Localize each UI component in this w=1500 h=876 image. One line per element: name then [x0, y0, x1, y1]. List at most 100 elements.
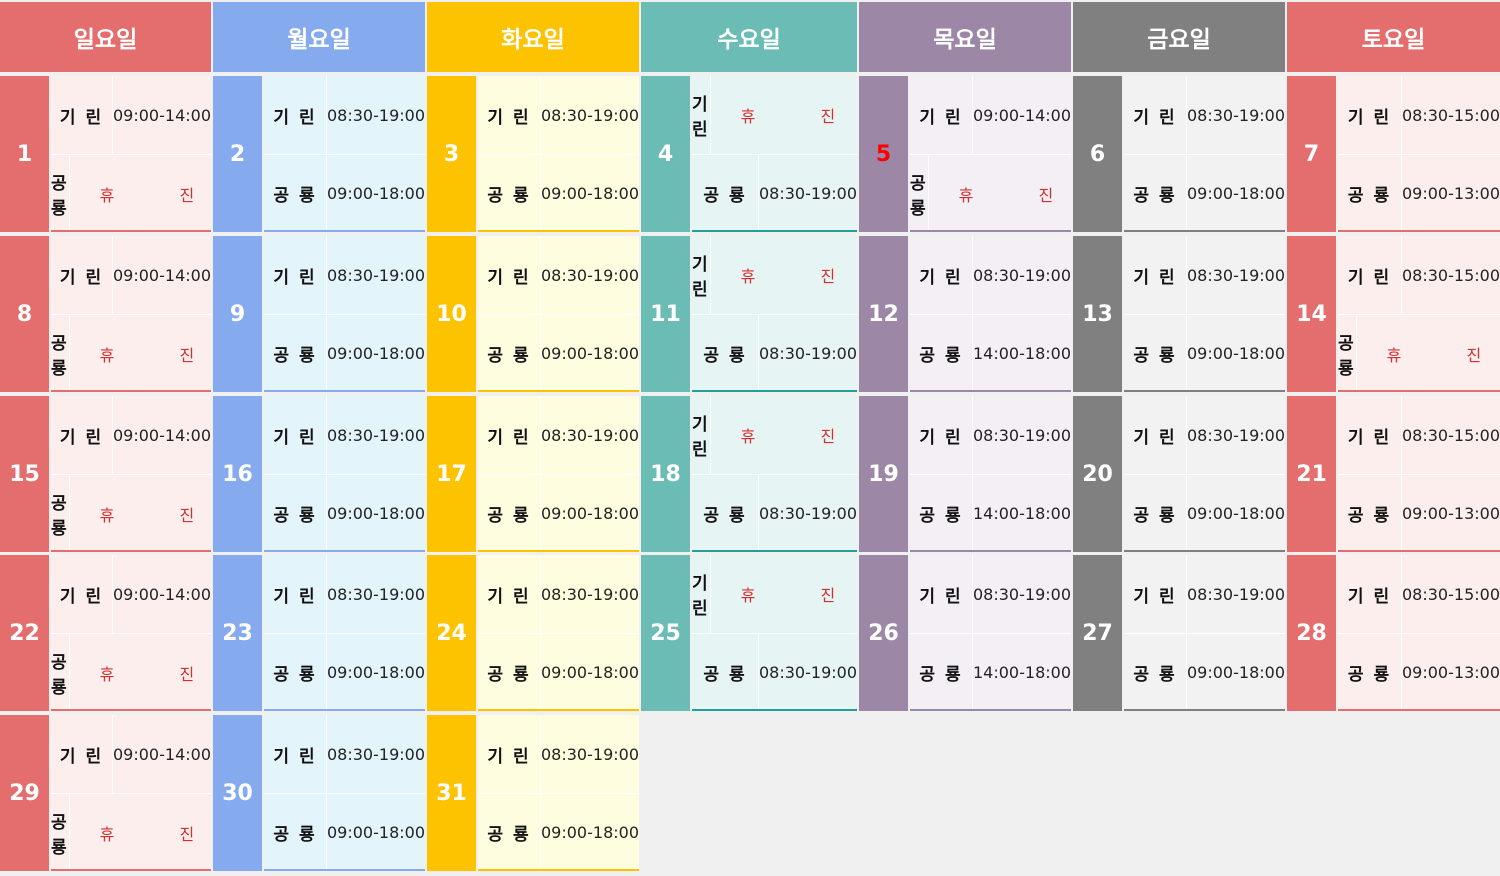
day-number: 21	[1287, 396, 1336, 552]
hours-value: 09:00-14:00	[113, 105, 211, 125]
day-schedule: 기 린 09:00-14:00 공 룡휴 진	[51, 236, 211, 392]
hours-value: 09:00-13:00	[1402, 504, 1500, 523]
day-cell[interactable]: 2기 린 08:30-19:00 공 룡 09:00-18:00	[213, 76, 425, 232]
hours-value: 08:30-19:00	[1187, 265, 1285, 285]
day-schedule: 기 린 08:30-19:00 공 룡 09:00-18:00	[478, 715, 639, 871]
dinosaur-row: 공 룡 08:30-19:00	[692, 634, 857, 711]
day-cell[interactable]: 29 기 린 09:00-14:00 공 룡휴 진	[0, 715, 211, 871]
hours-value: 08:30-19:00	[541, 265, 639, 285]
staff-label: 공 룡	[478, 634, 541, 711]
dinosaur-row: 공 룡 09:00-13:00	[1338, 634, 1500, 711]
staff-label: 기 린	[1338, 396, 1402, 474]
day-cell[interactable]: 1기 린 09:00-14:00 공 룡휴 진	[0, 76, 211, 232]
staff-label: 공 룡	[910, 315, 973, 392]
day-number: 15	[0, 396, 49, 552]
staff-label: 기 린	[910, 76, 973, 154]
staff-label: 공 룡	[692, 634, 759, 711]
day-schedule: 기 린휴 진공 룡 08:30-19:00	[692, 236, 857, 392]
day-cell[interactable]: 11 기 린휴 진공 룡 08:30-19:00	[641, 236, 857, 392]
day-schedule: 기 린 08:30-19:00 공 룡 14:00-18:00	[910, 555, 1071, 711]
staff-label: 기 린	[264, 555, 327, 633]
day-cell[interactable]: 17 기 린 08:30-19:00 공 룡 09:00-18:00	[427, 396, 639, 552]
day-cell[interactable]: 19 기 린 08:30-19:00 공 룡 14:00-18:00	[859, 396, 1071, 552]
day-schedule: 기 린 08:30-19:00 공 룡 09:00-18:00	[478, 396, 639, 552]
dinosaur-row: 공 룡 09:00-18:00	[1124, 315, 1285, 392]
staff-label: 공 룡	[1338, 155, 1402, 232]
day-cell[interactable]: 22 기 린 09:00-14:00 공 룡휴 진	[0, 555, 211, 711]
closed-label: 휴 진	[740, 107, 866, 126]
staff-label: 공 룡	[1124, 315, 1187, 392]
dinosaur-row: 공 룡휴 진	[51, 155, 211, 232]
cell-bottom-border	[51, 550, 211, 552]
day-cell[interactable]: 30 기 린 08:30-19:00 공 룡 09:00-18:00	[213, 715, 425, 871]
day-cell[interactable]: 26 기 린 08:30-19:00 공 룡 14:00-18:00	[859, 555, 1071, 711]
hours-value: 08:30-19:00	[327, 105, 425, 125]
hours-value: 08:30-19:00	[1187, 584, 1285, 604]
cell-bottom-border	[1124, 230, 1285, 232]
day-cell[interactable]: 12 기 린 08:30-19:00 공 룡 14:00-18:00	[859, 236, 1071, 392]
staff-label: 공 룡	[478, 794, 541, 871]
staff-label: 공 룡	[264, 315, 327, 392]
cell-bottom-border	[910, 709, 1071, 711]
day-cell[interactable]: 16 기 린 08:30-19:00 공 룡 09:00-18:00	[213, 396, 425, 552]
dinosaur-row: 공 룡휴 진	[51, 634, 211, 711]
day-cell[interactable]: 27 기 린 08:30-19:00 공 룡 09:00-18:00	[1073, 555, 1285, 711]
giraffe-row: 기 린 09:00-14:00	[51, 76, 211, 155]
hours-value: 08:30-19:00	[759, 504, 857, 523]
day-cell[interactable]: 4기 린휴 진공 룡 08:30-19:00	[641, 76, 857, 232]
staff-label: 공 룡	[1124, 634, 1187, 711]
day-schedule: 기 린 09:00-14:00 공 룡휴 진	[51, 555, 211, 711]
hours-value: 08:30-19:00	[541, 744, 639, 764]
giraffe-row: 기 린 09:00-14:00	[51, 715, 211, 794]
day-cell[interactable]: 5기 린 09:00-14:00 공 룡휴 진	[859, 76, 1071, 232]
day-number: 27	[1073, 555, 1122, 711]
staff-label: 공 룡	[910, 475, 973, 552]
hours-value: 08:30-19:00	[327, 425, 425, 445]
closed-label: 휴 진	[99, 185, 225, 205]
hours-value: 09:00-18:00	[327, 823, 425, 842]
day-cell[interactable]: 3기 린 08:30-19:00 공 룡 09:00-18:00	[427, 76, 639, 232]
day-schedule: 기 린 08:30-19:00 공 룡 09:00-18:00	[264, 236, 425, 392]
day-cell[interactable]: 14 기 린 08:30-15:00 공 룡휴 진	[1287, 236, 1500, 392]
day-cell[interactable]: 28 기 린 08:30-15:00 공 룡 09:00-13:00	[1287, 555, 1500, 711]
day-schedule: 기 린 08:30-19:00 공 룡 09:00-18:00	[1124, 236, 1285, 392]
day-cell[interactable]: 6기 린 08:30-19:00 공 룡 09:00-18:00	[1073, 76, 1285, 232]
day-cell[interactable]: 13 기 린 08:30-19:00 공 룡 09:00-18:00	[1073, 236, 1285, 392]
day-cell[interactable]: 18 기 린휴 진공 룡 08:30-19:00	[641, 396, 857, 552]
staff-label: 공 룡	[692, 475, 759, 552]
day-cell[interactable]: 21 기 린 08:30-15:00 공 룡 09:00-13:00	[1287, 396, 1500, 552]
day-cell[interactable]: 31 기 린 08:30-19:00 공 룡 09:00-18:00	[427, 715, 639, 871]
day-cell[interactable]: 23 기 린 08:30-19:00 공 룡 09:00-18:00	[213, 555, 425, 711]
weekday-header-thursday: 목요일	[859, 2, 1071, 72]
day-cell[interactable]: 7기 린 08:30-15:00 공 룡 09:00-13:00	[1287, 76, 1500, 232]
staff-label: 기 린	[692, 396, 711, 474]
cell-bottom-border	[264, 550, 425, 552]
hours-value: 08:30-19:00	[973, 584, 1071, 604]
day-number: 11	[641, 236, 690, 392]
giraffe-row: 기 린 08:30-19:00	[264, 396, 425, 475]
hours-value: 08:30-15:00	[1402, 425, 1500, 445]
day-schedule: 기 린 08:30-19:00 공 룡 09:00-18:00	[1124, 396, 1285, 552]
cell-bottom-border	[692, 390, 857, 392]
hours-value: 14:00-18:00	[973, 663, 1071, 682]
day-cell[interactable]: 24 기 린 08:30-19:00 공 룡 09:00-18:00	[427, 555, 639, 711]
hours-value: 09:00-18:00	[1187, 344, 1285, 363]
giraffe-row: 기 린 09:00-14:00	[51, 396, 211, 475]
day-cell[interactable]: 10 기 린 08:30-19:00 공 룡 09:00-18:00	[427, 236, 639, 392]
day-cell[interactable]: 8기 린 09:00-14:00 공 룡휴 진	[0, 236, 211, 392]
day-number: 24	[427, 555, 476, 711]
day-number: 14	[1287, 236, 1336, 392]
giraffe-row: 기 린휴 진	[692, 236, 857, 315]
day-cell[interactable]: 9기 린 08:30-19:00 공 룡 09:00-18:00	[213, 236, 425, 392]
hours-value: 08:30-19:00	[541, 584, 639, 604]
day-cell[interactable]: 15 기 린 09:00-14:00 공 룡휴 진	[0, 396, 211, 552]
day-cell[interactable]: 20 기 린 08:30-19:00 공 룡 09:00-18:00	[1073, 396, 1285, 552]
cell-bottom-border	[1338, 390, 1500, 392]
giraffe-row: 기 린 08:30-19:00	[1124, 236, 1285, 315]
dinosaur-row: 공 룡휴 진	[1338, 315, 1500, 392]
hours-value: 08:30-19:00	[541, 105, 639, 125]
dinosaur-row: 공 룡 14:00-18:00	[910, 315, 1071, 392]
hours-value: 09:00-18:00	[541, 184, 639, 203]
staff-label: 기 린	[264, 236, 327, 314]
day-cell[interactable]: 25 기 린휴 진공 룡 08:30-19:00	[641, 555, 857, 711]
